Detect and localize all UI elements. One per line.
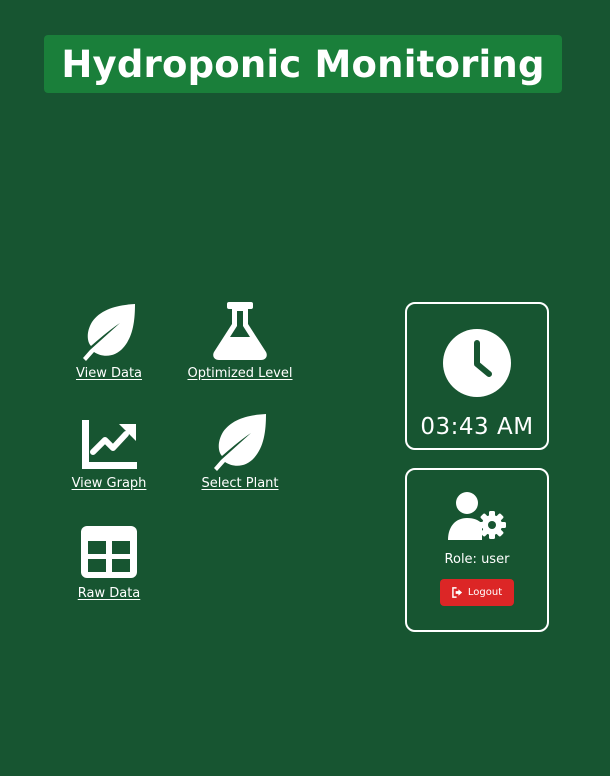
title-banner: Hydroponic Monitoring — [44, 35, 562, 93]
view-graph-label: View Graph — [71, 476, 147, 491]
view-data-link[interactable]: View Data — [76, 302, 142, 381]
optimized-level-label: Optimized Level — [187, 366, 293, 381]
raw-data-label: Raw Data — [77, 586, 141, 601]
logout-label: Logout — [467, 587, 503, 598]
user-card: Role: user Logout — [405, 468, 549, 632]
select-plant-label: Select Plant — [201, 476, 279, 491]
table-icon — [81, 526, 137, 578]
leaf-icon — [83, 304, 135, 361]
sign-out-icon — [452, 587, 462, 598]
select-plant-link[interactable]: Select Plant — [200, 412, 280, 491]
chart-line-icon — [82, 420, 137, 469]
view-graph-link[interactable]: View Graph — [71, 412, 147, 491]
role-label: Role: user — [444, 552, 510, 567]
logout-button[interactable]: Logout — [440, 579, 514, 606]
leaf-icon — [214, 414, 266, 471]
clock-card: 03:43 AM — [405, 302, 549, 450]
clock-icon — [443, 329, 511, 397]
raw-data-link[interactable]: Raw Data — [76, 522, 142, 601]
clock-time: 03:43 AM — [420, 414, 534, 440]
page-title: Hydroponic Monitoring — [61, 42, 545, 86]
flask-icon — [213, 302, 267, 360]
view-data-label: View Data — [75, 366, 143, 381]
user-gear-icon — [448, 492, 506, 540]
optimized-level-link[interactable]: Optimized Level — [187, 302, 293, 381]
